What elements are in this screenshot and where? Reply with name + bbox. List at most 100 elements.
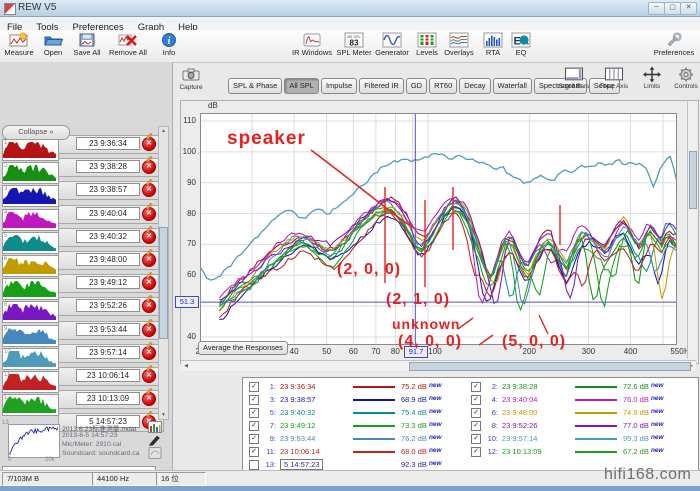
graph-control-controls[interactable]: Controls [668,66,700,90]
measurement-thumbnail[interactable]: 7 [2,278,59,300]
legend-checkbox[interactable]: ✓ [249,382,259,392]
measurement-name-field[interactable]: 23 9:52:26 [76,299,140,312]
legend-checkbox[interactable]: ✓ [249,421,259,431]
measurement-name-field[interactable]: 23 9:53:44 [76,323,140,336]
selected-measurement-thumbnail[interactable] [8,424,60,458]
toolbar-info-button[interactable]: iInfo [152,31,186,61]
edit-pencil-icon[interactable] [145,289,154,307]
edit-pencil-icon[interactable] [145,336,154,354]
toolbar-save-all-button[interactable]: Save All [70,31,104,61]
measurement-thumbnail[interactable]: 1 [2,139,59,161]
chart-h-scrollbar[interactable]: ◀ ▶ [181,360,696,371]
tab-filtered-ir[interactable]: Filtered IR [359,78,404,94]
edit-pencil-icon[interactable] [145,313,154,331]
tab-waterfall[interactable]: Waterfall [493,78,532,94]
measurement-thumbnail[interactable]: 8 [2,301,59,323]
legend-checkbox[interactable] [249,460,259,470]
close-button[interactable]: ✕ [680,2,697,15]
edit-pencil-icon[interactable] [145,220,154,238]
edit-pencil-icon[interactable] [145,150,154,168]
minimize-button[interactable]: ─ [648,2,665,15]
legend-checkbox[interactable]: ✓ [249,434,259,444]
average-responses-button[interactable]: Average the Responses [198,341,288,355]
measurement-thumbnail[interactable]: 9 [2,325,59,347]
frequency-response-icon[interactable] [148,421,162,433]
edit-pencil-icon[interactable] [145,359,154,377]
collapse-panel-button[interactable]: Collapse « [2,125,70,140]
x-tick-label: 40 [290,347,299,356]
graph-control-limits[interactable]: Limits [634,66,670,90]
legend-checkbox[interactable]: ✓ [471,447,481,457]
edit-pencil-icon[interactable] [145,173,154,191]
measurement-thumbnail[interactable]: 12 [2,394,59,416]
legend-checkbox[interactable]: ✓ [471,408,481,418]
toolbar-overlays-button[interactable]: Overlays [442,31,476,61]
scrollbar-thumb[interactable] [159,227,168,339]
measurement-thumbnail[interactable]: 4 [2,209,59,231]
measurement-name-field[interactable]: 23 10:13:09 [76,392,140,405]
toolbar-remove-all-button[interactable]: Remove All [106,31,150,61]
measurement-list-scrollbar[interactable]: ▲ ▼ [158,126,169,420]
toolbar-generator-button[interactable]: Generator [372,31,412,61]
measurement-name-field[interactable]: 23 9:38:28 [76,160,140,173]
measurement-thumbnail[interactable]: 10 [2,348,59,370]
edit-pencil-icon[interactable] [145,197,154,215]
chart-v-scrollbar[interactable] [687,101,697,359]
edit-pencil-icon[interactable] [145,243,154,261]
tab-decay[interactable]: Decay [459,78,490,94]
measurement-name-field[interactable]: 23 9:40:04 [76,207,140,220]
scroll-left-icon[interactable]: ◀ [183,363,189,369]
toolbar-preferences-button[interactable]: Preferences [652,31,696,61]
measurement-thumbnail[interactable]: 2 [2,162,59,184]
measurement-thumbnail[interactable]: 5 [2,232,59,254]
cal-file-icon[interactable] [148,447,162,459]
measurement-name-field[interactable]: 23 10:06:14 [76,369,140,382]
tab-rt60[interactable]: RT60 [429,78,457,94]
legend-checkbox[interactable]: ✓ [471,421,481,431]
edit-notes-icon[interactable] [148,434,162,446]
maximize-button[interactable]: ▢ [664,2,681,15]
main-toolbar: MeasureOpenSave AllRemove AlliInfo IR Win… [0,30,700,63]
toolbar-eq-button[interactable]: EEQ [504,31,538,61]
open-icon [43,32,63,48]
legend-checkbox[interactable]: ✓ [471,395,481,405]
scroll-up-icon[interactable]: ▲ [159,128,168,134]
edit-pencil-icon[interactable] [145,127,154,145]
legend-checkbox[interactable]: ✓ [471,382,481,392]
graph-control-scroll-bars[interactable]: Scroll Bars [556,66,592,90]
h-scrollbar-thumb[interactable] [409,362,691,371]
mini-spectrum [3,233,56,251]
toolbar-ir-windows-button[interactable]: IR Windows [292,31,332,61]
toolbar-label: Overlays [442,48,476,57]
memory-status: 7/103M B [2,472,96,486]
legend-checkbox[interactable]: ✓ [249,395,259,405]
graph-control-freq-axis[interactable]: Freq. Axis [596,66,632,90]
edit-pencil-icon[interactable] [145,266,154,284]
measurement-thumbnail[interactable]: 6 [2,255,59,277]
capture-button[interactable]: Capture [176,66,206,96]
toolbar-measure-button[interactable]: Measure [2,31,36,61]
measurement-name-field[interactable]: 23 9:38:57 [76,183,140,196]
tab-impulse[interactable]: Impulse [321,78,357,94]
legend-level: 76.0 dB new [623,395,664,404]
edit-pencil-icon[interactable] [145,382,154,400]
measurement-name-field[interactable]: 23 9:57:14 [76,346,140,359]
toolbar-open-button[interactable]: Open [36,31,70,61]
tab-spl-phase[interactable]: SPL & Phase [228,78,282,94]
measurement-name-field[interactable]: 23 9:36:34 [76,137,140,150]
tab-all-spl[interactable]: All SPL [284,78,319,94]
measurement-thumbnail[interactable]: 3 [2,185,59,207]
v-scrollbar-thumb[interactable] [689,151,697,209]
legend-checkbox[interactable]: ✓ [249,447,259,457]
toolbar-levels-button[interactable]: Levels [410,31,444,61]
legend-checkbox[interactable]: ✓ [249,408,259,418]
scroll-down-icon[interactable]: ▼ [159,412,168,418]
toolbar-spl-meter-button[interactable]: dB SPL83SPL Meter [334,31,374,61]
title-bar[interactable]: REW V5 ─ ▢ ✕ [0,0,700,17]
measurement-name-field[interactable]: 23 9:40:32 [76,230,140,243]
legend-checkbox[interactable]: ✓ [471,434,481,444]
measurement-thumbnail[interactable]: 11 [2,371,59,393]
measurement-name-field[interactable]: 23 9:49:12 [76,276,140,289]
measurement-name-field[interactable]: 23 9:48:00 [76,253,140,266]
tab-gd[interactable]: GD [406,78,427,94]
